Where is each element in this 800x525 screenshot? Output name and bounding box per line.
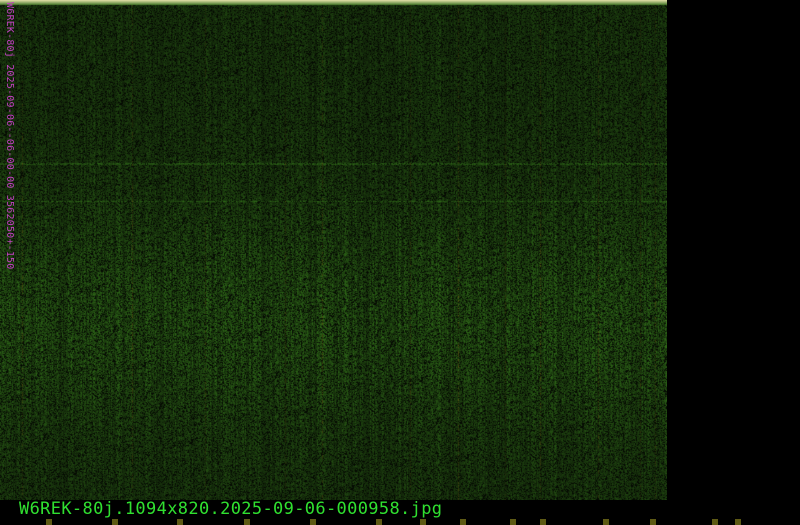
tick-mark: [46, 519, 52, 525]
tick-mark: [603, 519, 609, 525]
waterfall-spectrogram: [0, 0, 667, 500]
tick-mark: [420, 519, 426, 525]
image-viewer: W6REK-80j 2025-09-06--06-00-00 3562050+-…: [0, 0, 800, 525]
tick-mark: [735, 519, 741, 525]
tick-mark: [310, 519, 316, 525]
tick-mark: [712, 519, 718, 525]
tick-mark: [540, 519, 546, 525]
tick-mark: [112, 519, 118, 525]
tick-mark: [460, 519, 466, 525]
tick-mark: [376, 519, 382, 525]
tick-mark: [244, 519, 250, 525]
image-filename: W6REK-80j.1094x820.2025-09-06-000958.jpg: [19, 499, 443, 519]
tick-mark: [177, 519, 183, 525]
tick-mark: [510, 519, 516, 525]
tick-mark: [650, 519, 656, 525]
callsign-time-label: W6REK-80j 2025-09-06--06-00-00 3562050+-…: [4, 2, 15, 270]
